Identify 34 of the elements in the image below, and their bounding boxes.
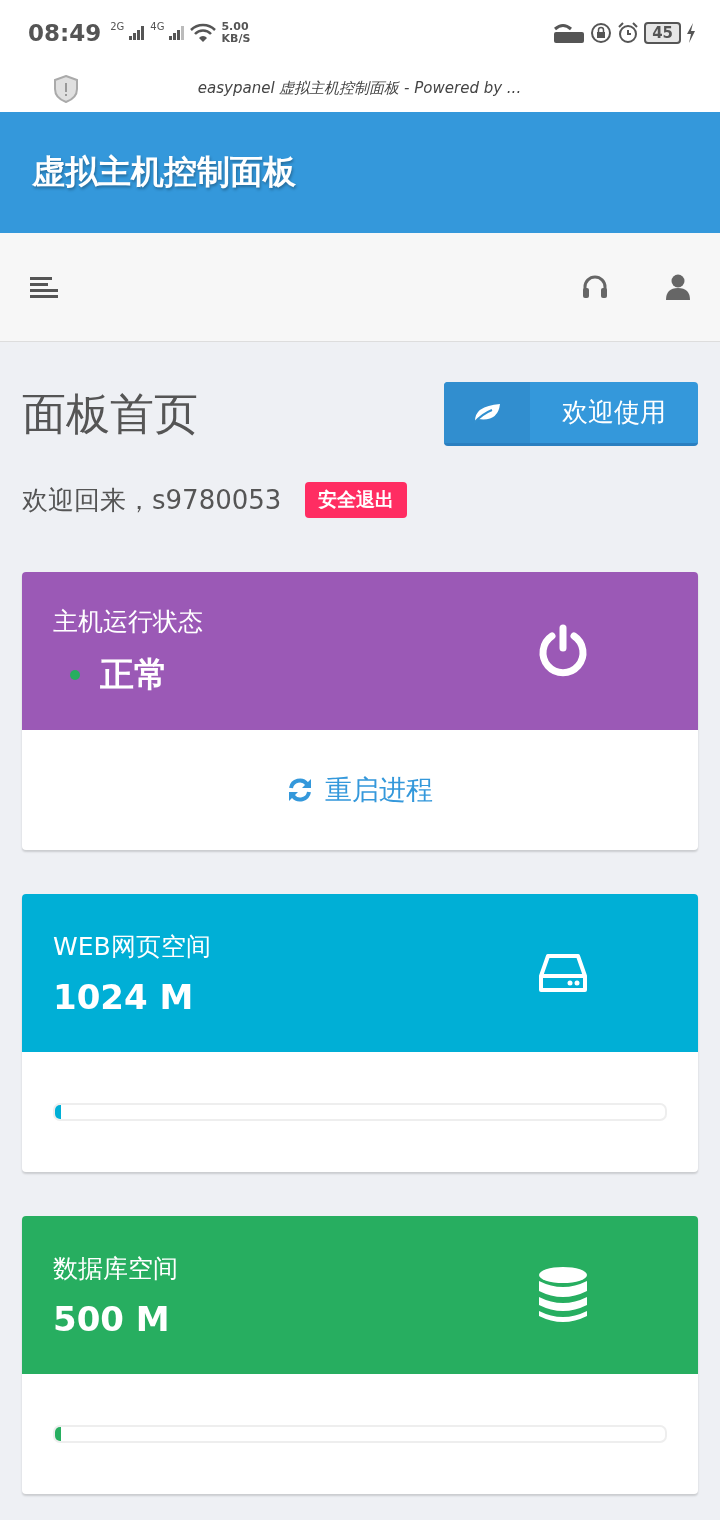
hard-drive-icon: [538, 952, 588, 994]
refresh-icon: [287, 777, 313, 803]
menu-icon[interactable]: [30, 276, 58, 298]
welcome-message: 欢迎回来，s9780053: [22, 483, 282, 517]
restart-button[interactable]: 重启进程: [281, 771, 439, 809]
site-title: 虚拟主机控制面板: [32, 151, 296, 193]
speed-unit: KB/S: [221, 32, 251, 45]
page-heading: 面板首页: [22, 386, 198, 441]
card-label: 主机运行状态: [53, 605, 203, 638]
shield-icon[interactable]: [53, 74, 79, 103]
clock-time: 08:49: [28, 19, 102, 46]
page-title: easypanel 虚拟主机控制面板 - Powered by ...: [196, 79, 523, 98]
charging-icon: [686, 22, 696, 43]
alarm-icon: [617, 21, 640, 44]
speed-value: 5.00: [221, 20, 250, 33]
leaf-icon: [472, 401, 502, 424]
database-icon: [538, 1266, 588, 1324]
battery-level: 45: [644, 21, 681, 44]
signal-icon: [129, 25, 146, 40]
wifi-icon: [190, 22, 217, 43]
signal-icon: [169, 25, 186, 40]
user-icon[interactable]: [666, 274, 690, 300]
signal-label: 4G: [150, 21, 165, 32]
card-label: WEB网页空间: [53, 930, 211, 963]
card-value: 500 M: [53, 1298, 171, 1339]
status-value: 正常: [100, 652, 168, 696]
signal-label: 2G: [110, 21, 125, 32]
card-label: 数据库空间: [53, 1252, 178, 1285]
logout-button[interactable]: 安全退出: [305, 482, 408, 518]
power-icon: [538, 624, 588, 678]
headset-icon[interactable]: [582, 275, 608, 299]
card-value: 1024 M: [53, 976, 195, 1017]
welcome-button[interactable]: 欢迎使用: [444, 382, 698, 446]
lock-rotation-icon: [590, 21, 613, 44]
